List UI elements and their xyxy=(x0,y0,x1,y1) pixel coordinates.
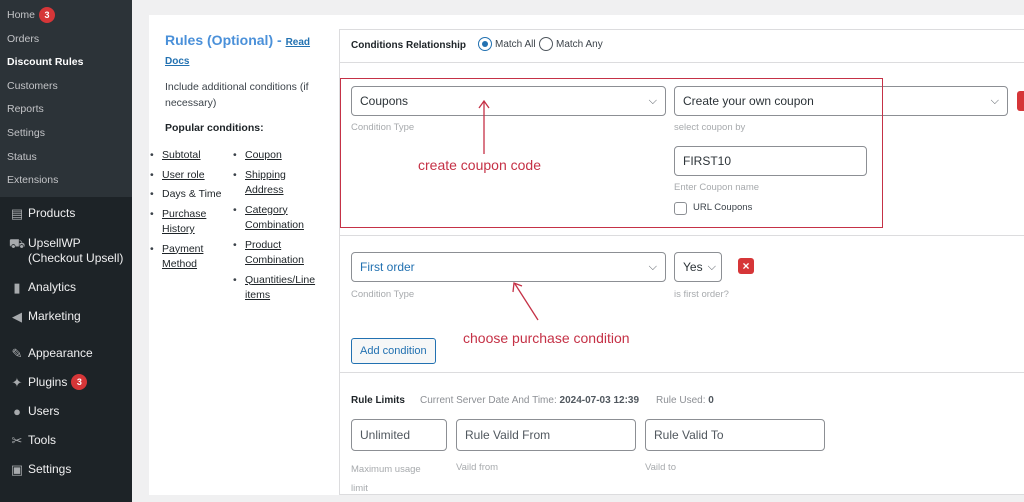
condition-link[interactable]: Shipping Address xyxy=(245,169,286,197)
menu-item-plugins[interactable]: ✦ Plugins 3 xyxy=(0,374,132,391)
conditions-relationship-label: Conditions Relationship xyxy=(351,40,466,51)
submenu-item-reports[interactable]: Reports xyxy=(0,98,132,122)
arrow-up-icon xyxy=(512,282,539,321)
admin-sidebar: Home 3 Orders Discount Rules Customers Re… xyxy=(0,0,132,502)
remove-condition-icon[interactable] xyxy=(1017,91,1024,111)
list-item: Purchase History xyxy=(150,207,220,238)
chevron-down-icon: ⌵ xyxy=(648,261,657,273)
condition-type-hint: Condition Type xyxy=(351,289,415,300)
menu-item-marketing[interactable]: ◀ Marketing xyxy=(0,309,132,325)
annotation-create-coupon: create coupon code xyxy=(418,157,541,173)
cart-icon: ⛟ xyxy=(8,236,26,251)
annotation-purchase-condition: choose purchase condition xyxy=(463,330,630,346)
arrow-up-icon xyxy=(478,99,490,154)
menu-item-analytics[interactable]: ▮ Analytics xyxy=(0,280,132,296)
rule-limits-label: Rule Limits xyxy=(351,395,405,406)
menu-item-users[interactable]: ● Users xyxy=(0,404,132,419)
match-any-radio[interactable] xyxy=(539,37,553,51)
match-all-radio[interactable] xyxy=(478,37,492,51)
list-item: Product Combination xyxy=(233,238,323,269)
rule-editor: Rules (Optional) - Read Docs Include add… xyxy=(149,15,1024,495)
chevron-down-icon: ⌵ xyxy=(990,95,999,107)
valid-to-input[interactable]: Rule Valid To xyxy=(645,419,825,451)
archive-icon: ▤ xyxy=(10,206,24,221)
notification-badge: 3 xyxy=(39,7,56,24)
paintbrush-icon: ✎ xyxy=(11,346,23,361)
server-time: Current Server Date And Time: 2024-07-03… xyxy=(420,395,640,406)
menu-item-upsellwp[interactable]: ⛟ UpsellWP (Checkout Upsell) xyxy=(0,236,132,266)
list-item: Shipping Address xyxy=(233,168,303,199)
popular-conditions-heading: Popular conditions: xyxy=(165,122,264,134)
first-order-hint: is first order? xyxy=(674,289,729,300)
max-usage-hint: Maximum usage limit xyxy=(351,464,421,494)
submenu-item-extensions[interactable]: Extensions xyxy=(0,169,132,193)
divider xyxy=(340,372,1024,373)
close-icon[interactable]: × xyxy=(738,258,754,274)
list-item: Category Combination xyxy=(233,203,323,234)
divider xyxy=(340,235,1024,236)
menu-item-tools[interactable]: ✂ Tools xyxy=(0,433,132,449)
list-item: Subtotal xyxy=(150,148,232,164)
condition-link[interactable]: Purchase History xyxy=(162,208,206,236)
usage-limit-input[interactable]: Unlimited xyxy=(351,419,447,451)
condition-link[interactable]: User role xyxy=(162,169,205,181)
submenu-item-settings[interactable]: Settings xyxy=(0,122,132,146)
conditions-panel: Conditions Relationship Match All Match … xyxy=(339,29,1024,495)
condition-link[interactable]: Quantities/Line items xyxy=(245,274,315,302)
plugin-icon: ✦ xyxy=(11,375,23,390)
list-item: Coupon xyxy=(233,148,333,164)
valid-from-hint: Vaild from xyxy=(456,462,499,473)
submenu-item-discount-rules[interactable]: Discount Rules xyxy=(0,51,132,75)
megaphone-icon: ◀ xyxy=(12,309,22,324)
menu-item-appearance[interactable]: ✎ Appearance xyxy=(0,346,132,362)
divider xyxy=(340,62,1024,63)
woocommerce-submenu: Home 3 Orders Discount Rules Customers Re… xyxy=(0,0,132,197)
wrench-icon: ✂ xyxy=(11,433,23,448)
chevron-down-icon: ⌵ xyxy=(707,261,716,273)
condition-type-select[interactable]: First order ⌵ xyxy=(351,252,666,282)
valid-to-hint: Vaild to xyxy=(645,462,676,473)
menu-item-products[interactable]: ▤ Products xyxy=(0,206,132,222)
condition-link[interactable]: Payment Method xyxy=(162,243,203,271)
submenu-item-status[interactable]: Status xyxy=(0,146,132,170)
match-all-label: Match All xyxy=(495,39,536,50)
submenu-item-customers[interactable]: Customers xyxy=(0,75,132,99)
submenu-item-orders[interactable]: Orders xyxy=(0,28,132,52)
rules-info-panel: Rules (Optional) - Read Docs Include add… xyxy=(149,15,339,495)
match-any-label: Match Any xyxy=(556,39,603,50)
settings-icon: ▣ xyxy=(10,462,24,477)
list-item: Payment Method xyxy=(150,242,220,273)
condition-link[interactable]: Product Combination xyxy=(245,239,304,267)
rules-description: Include additional conditions (if necess… xyxy=(165,81,309,109)
rules-title: Rules (Optional) - Read Docs xyxy=(165,32,311,67)
popular-conditions-list: Coupon Shipping Address Category Combina… xyxy=(233,148,333,304)
valid-from-input[interactable]: Rule Vaild From xyxy=(456,419,636,451)
popular-conditions-list: Subtotal User role Days & Time Purchase … xyxy=(150,148,232,273)
menu-item-settings[interactable]: ▣ Settings xyxy=(0,462,132,478)
condition-link[interactable]: Category Combination xyxy=(245,204,304,232)
list-item: Days & Time xyxy=(150,187,232,203)
rule-used: Rule Used: 0 xyxy=(656,395,714,406)
add-condition-button[interactable]: Add condition xyxy=(351,338,436,364)
condition-link[interactable]: Subtotal xyxy=(162,149,201,161)
list-item: Quantities/Line items xyxy=(233,273,333,304)
first-order-select[interactable]: Yes ⌵ xyxy=(674,252,722,282)
highlight-box xyxy=(340,78,883,228)
submenu-item-home[interactable]: Home 3 xyxy=(0,4,132,28)
user-icon: ● xyxy=(13,404,21,419)
list-item: User role xyxy=(150,168,232,184)
bar-chart-icon: ▮ xyxy=(13,280,21,295)
condition-link[interactable]: Coupon xyxy=(245,149,282,161)
notification-badge: 3 xyxy=(71,374,88,390)
